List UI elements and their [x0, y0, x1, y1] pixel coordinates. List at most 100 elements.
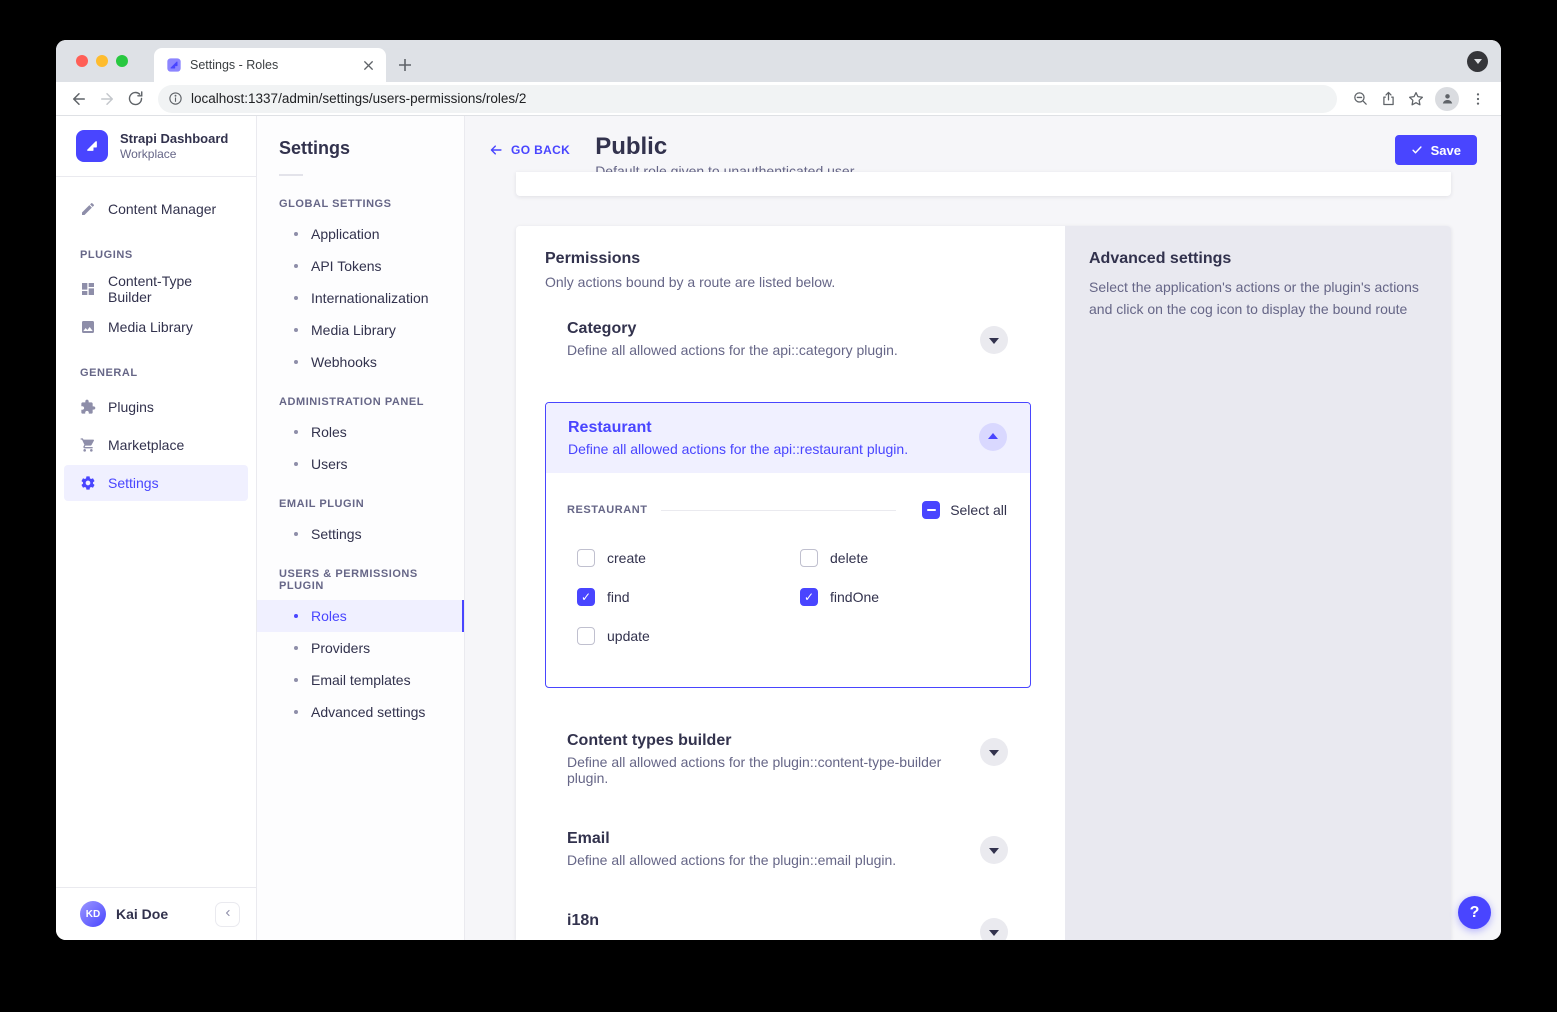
check-icon	[1411, 144, 1423, 156]
zoom-window-button[interactable]	[116, 55, 128, 67]
accordion-title: Content types builder	[567, 732, 980, 750]
go-back-link[interactable]: GO BACK	[489, 143, 570, 157]
avatar[interactable]: KD	[80, 901, 106, 927]
sidebar-item-content-manager[interactable]: Content Manager	[64, 191, 248, 227]
save-button[interactable]: Save	[1395, 135, 1477, 165]
page-header: GO BACK Public Default role given to una…	[465, 116, 1501, 168]
tab-search-button[interactable]	[1467, 51, 1488, 72]
chevron-down-icon	[1474, 59, 1482, 64]
share-icon[interactable]	[1375, 86, 1401, 112]
main-sidebar: Strapi Dashboard Workplace Content Manag…	[56, 116, 257, 940]
accordion-text: CategoryDefine all allowed actions for t…	[567, 320, 898, 358]
permission-label: delete	[830, 550, 868, 566]
url-text: localhost:1337/admin/settings/users-perm…	[191, 91, 526, 106]
minimize-window-button[interactable]	[96, 55, 108, 67]
subnav-item-api-tokens[interactable]: API Tokens	[257, 250, 464, 282]
browser-tab[interactable]: Settings - Roles	[154, 48, 386, 82]
sidebar-item-plugins[interactable]: Plugins	[64, 389, 248, 425]
save-button-label: Save	[1431, 143, 1461, 158]
help-button[interactable]: ?	[1458, 896, 1491, 929]
chevron-down-icon	[989, 848, 999, 854]
subnav-item-users[interactable]: Users	[257, 448, 464, 480]
subnav-item-roles[interactable]: Roles	[257, 416, 464, 448]
accordion-i18n[interactable]: i18n	[545, 912, 1031, 940]
strapi-logo-icon	[76, 130, 108, 162]
bullet-icon	[294, 532, 298, 536]
accordion-header[interactable]: RestaurantDefine all allowed actions for…	[546, 403, 1030, 473]
browser-profile-icon[interactable]	[1435, 87, 1459, 111]
sidebar-item-label: Plugins	[108, 399, 154, 415]
sidebar-item-content-type-builder[interactable]: Content-Type Builder	[64, 271, 248, 307]
info-icon[interactable]	[168, 91, 183, 106]
sidebar-item-settings[interactable]: Settings	[64, 465, 248, 501]
subnav-section-label: USERS & PERMISSIONS PLUGIN	[257, 550, 464, 600]
select-all-label: Select all	[950, 502, 1007, 518]
strapi-favicon-icon	[166, 57, 182, 73]
subnav-item-email-templates[interactable]: Email templates	[257, 664, 464, 696]
permission-findone[interactable]: findOne	[800, 588, 1023, 606]
subnav-item-label: Application	[311, 226, 380, 242]
divider	[279, 174, 303, 176]
subnav-item-label: Users	[311, 456, 348, 472]
subnav-item-label: Roles	[311, 424, 347, 440]
sidebar-collapse-button[interactable]	[215, 902, 240, 927]
checkbox-update[interactable]	[577, 627, 595, 645]
accordion-collapse-button[interactable]	[979, 423, 1007, 451]
subnav-item-providers[interactable]: Providers	[257, 632, 464, 664]
subnav-item-label: Roles	[311, 608, 347, 624]
close-window-button[interactable]	[76, 55, 88, 67]
select-all-control[interactable]: Select all	[922, 501, 1007, 519]
zoom-out-icon[interactable]	[1347, 86, 1373, 112]
checkbox-find[interactable]	[577, 588, 595, 606]
permission-group-row: RESTAURANTSelect all	[567, 501, 1007, 519]
accordion-email[interactable]: EmailDefine all allowed actions for the …	[545, 830, 1031, 868]
forward-icon[interactable]	[94, 86, 120, 112]
sidebar-item-marketplace[interactable]: Marketplace	[64, 427, 248, 463]
subnav-item-media-library[interactable]: Media Library	[257, 314, 464, 346]
checkbox-create[interactable]	[577, 549, 595, 567]
bullet-icon	[294, 430, 298, 434]
accordion-content-types-builder[interactable]: Content types builderDefine all allowed …	[545, 732, 1031, 786]
sidebar-item-media-library[interactable]: Media Library	[64, 309, 248, 345]
kebab-menu-icon[interactable]	[1465, 86, 1491, 112]
accordion-category[interactable]: CategoryDefine all allowed actions for t…	[545, 320, 1031, 358]
bookmark-star-icon[interactable]	[1403, 86, 1429, 112]
bullet-icon	[294, 328, 298, 332]
permission-delete[interactable]: delete	[800, 549, 1023, 567]
permission-find[interactable]: find	[577, 588, 800, 606]
subnav-item-webhooks[interactable]: Webhooks	[257, 346, 464, 378]
permissions-subtitle: Only actions bound by a route are listed…	[545, 274, 1031, 290]
subnav-item-advanced-settings[interactable]: Advanced settings	[257, 696, 464, 728]
sidebar-item-label: Content-Type Builder	[108, 273, 232, 305]
role-panels: Permissions Only actions bound by a rout…	[516, 226, 1451, 940]
subnav-title: Settings	[257, 138, 464, 159]
workspace-brand[interactable]: Strapi Dashboard Workplace	[56, 116, 256, 176]
accordion-title: Restaurant	[568, 419, 908, 437]
accordion-expand-button[interactable]	[980, 918, 1008, 940]
subnav-item-roles[interactable]: Roles	[257, 600, 464, 632]
subnav-item-label: Settings	[311, 526, 362, 542]
sidebar-item-label: Content Manager	[108, 201, 216, 217]
accordion-expand-button[interactable]	[980, 836, 1008, 864]
permission-update[interactable]: update	[577, 627, 800, 645]
subnav-item-label: API Tokens	[311, 258, 382, 274]
checkbox-findone[interactable]	[800, 588, 818, 606]
subnav-section-label: GLOBAL SETTINGS	[257, 180, 464, 218]
pencil-icon	[80, 201, 96, 217]
accordion-expand-button[interactable]	[980, 326, 1008, 354]
subnav-item-settings[interactable]: Settings	[257, 518, 464, 550]
tab-close-icon[interactable]	[358, 55, 378, 75]
permission-create[interactable]: create	[577, 549, 800, 567]
back-icon[interactable]	[66, 86, 92, 112]
subnav-item-application[interactable]: Application	[257, 218, 464, 250]
checkbox-delete[interactable]	[800, 549, 818, 567]
accordion-expand-button[interactable]	[980, 738, 1008, 766]
settings-subnav: Settings GLOBAL SETTINGS Application API T…	[257, 116, 465, 940]
new-tab-button[interactable]	[392, 52, 418, 78]
bullet-icon	[294, 710, 298, 714]
accordion-text: RestaurantDefine all allowed actions for…	[568, 419, 908, 457]
select-all-checkbox[interactable]	[922, 501, 940, 519]
address-bar[interactable]: localhost:1337/admin/settings/users-perm…	[158, 85, 1337, 113]
reload-icon[interactable]	[122, 86, 148, 112]
subnav-item-internationalization[interactable]: Internationalization	[257, 282, 464, 314]
